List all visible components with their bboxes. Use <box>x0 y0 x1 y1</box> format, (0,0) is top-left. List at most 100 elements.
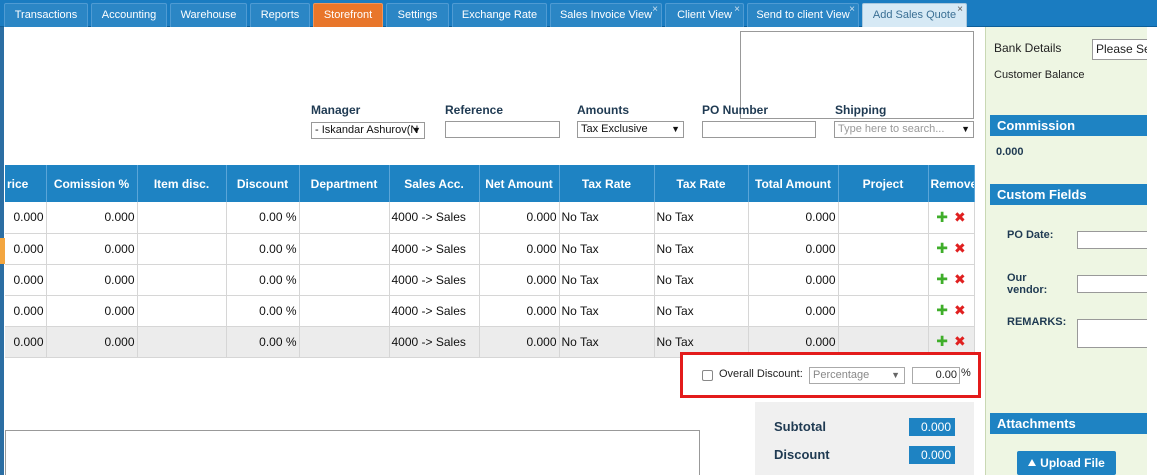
add-row-icon[interactable]: ✚ <box>936 209 948 225</box>
table-row: 0.000 0.000 0.00 % 4000 -> Sales 0.000 No Tax… <box>5 295 975 327</box>
project-cell[interactable] <box>838 264 929 296</box>
tax-rate-2-cell[interactable]: No Tax <box>654 295 749 327</box>
delete-row-icon[interactable]: ✖ <box>954 271 966 287</box>
bank-details-select[interactable]: Please Se <box>1092 39 1152 60</box>
tab-exchange-rate[interactable]: Exchange Rate <box>452 3 547 27</box>
delete-row-icon[interactable]: ✖ <box>954 333 966 349</box>
custom-fields-header: Custom Fields <box>990 184 1148 205</box>
po-date-input[interactable] <box>1077 231 1148 249</box>
tax-rate-cell[interactable]: No Tax <box>559 202 655 234</box>
our-vendor-input[interactable] <box>1077 275 1148 293</box>
net-amount-cell: 0.000 <box>479 326 560 358</box>
discount-total-value: 0.000 <box>909 446 955 464</box>
add-row-icon[interactable]: ✚ <box>936 333 948 349</box>
reference-label: Reference <box>445 103 504 117</box>
col-header-sales-account: Sales Acc. <box>389 165 480 202</box>
tab-sales-invoice-view[interactable]: Sales Invoice View × <box>550 3 662 27</box>
tab-add-sales-quote[interactable]: Add Sales Quote × <box>862 3 967 27</box>
manager-label: Manager <box>311 103 361 117</box>
sales-account-cell[interactable]: 4000 -> Sales <box>389 202 480 234</box>
po-number-input[interactable] <box>702 121 816 138</box>
commission-cell: 0.000 <box>46 326 138 358</box>
chevron-down-icon: ▼ <box>891 370 900 380</box>
item-discount-cell[interactable] <box>137 295 227 327</box>
overall-discount-checkbox[interactable] <box>702 370 713 381</box>
tab-label: Storefront <box>323 9 373 21</box>
tax-rate-cell[interactable]: No Tax <box>559 326 655 358</box>
quote-items-table: rice Comission % Item disc. Discount Dep… <box>5 165 975 358</box>
remarks-input[interactable] <box>1077 319 1148 348</box>
price-cell: 0.000 <box>5 326 47 358</box>
delete-row-icon[interactable]: ✖ <box>954 302 966 318</box>
tab-settings[interactable]: Settings <box>386 3 449 27</box>
discount-type-value: Percentage <box>813 369 870 381</box>
add-row-icon[interactable]: ✚ <box>936 240 948 256</box>
tax-rate-cell[interactable]: No Tax <box>559 233 655 265</box>
tax-rate-2-cell[interactable]: No Tax <box>654 264 749 296</box>
close-icon[interactable]: × <box>652 4 658 21</box>
tab-label: Add Sales Quote <box>872 9 957 21</box>
department-cell[interactable] <box>299 264 390 296</box>
comments-textarea[interactable] <box>5 430 700 475</box>
tab-label: Sales Invoice View <box>559 9 653 21</box>
net-amount-cell: 0.000 <box>479 233 560 265</box>
discount-cell: 0.00 % <box>226 326 300 358</box>
col-header-discount: Discount <box>226 165 300 202</box>
amounts-value: Tax Exclusive <box>581 123 648 135</box>
subtotal-label: Subtotal <box>774 419 826 434</box>
close-icon[interactable]: × <box>957 4 963 21</box>
price-cell: 0.000 <box>5 202 47 234</box>
po-number-label: PO Number <box>702 103 769 117</box>
add-row-icon[interactable]: ✚ <box>936 302 948 318</box>
item-discount-cell[interactable] <box>137 264 227 296</box>
department-cell[interactable] <box>299 295 390 327</box>
tax-rate-cell[interactable]: No Tax <box>559 264 655 296</box>
discount-value-input[interactable]: 0.00 <box>912 367 960 384</box>
commission-cell: 0.000 <box>46 264 138 296</box>
discount-type-select[interactable]: Percentage ▼ <box>809 367 905 384</box>
department-cell[interactable] <box>299 233 390 265</box>
sales-account-cell[interactable]: 4000 -> Sales <box>389 264 480 296</box>
add-row-icon[interactable]: ✚ <box>936 271 948 287</box>
close-icon[interactable]: × <box>734 4 740 21</box>
table-header-row: rice Comission % Item disc. Discount Dep… <box>5 165 975 202</box>
item-discount-cell[interactable] <box>137 326 227 358</box>
overall-discount-highlight: Overall Discount: Percentage ▼ 0.00 % <box>680 352 981 398</box>
delete-row-icon[interactable]: ✖ <box>954 209 966 225</box>
total-amount-cell: 0.000 <box>748 202 839 234</box>
reference-input[interactable] <box>445 121 560 138</box>
shipping-search[interactable]: Type here to search... ▼ <box>834 121 974 138</box>
amounts-select[interactable]: Tax Exclusive ▼ <box>577 121 684 138</box>
tax-rate-2-cell[interactable]: No Tax <box>654 233 749 265</box>
sales-account-cell[interactable]: 4000 -> Sales <box>389 295 480 327</box>
chevron-down-icon: ▼ <box>671 124 680 134</box>
project-cell[interactable] <box>838 295 929 327</box>
sales-account-cell[interactable]: 4000 -> Sales <box>389 326 480 358</box>
project-cell[interactable] <box>838 233 929 265</box>
tax-rate-2-cell[interactable]: No Tax <box>654 202 749 234</box>
department-cell[interactable] <box>299 326 390 358</box>
discount-cell: 0.00 % <box>226 233 300 265</box>
tab-client-view[interactable]: Client View × <box>665 3 744 27</box>
upload-file-button[interactable]: Upload File <box>1017 451 1116 475</box>
price-cell: 0.000 <box>5 264 47 296</box>
tab-storefront[interactable]: Storefront <box>313 3 383 27</box>
net-amount-cell: 0.000 <box>479 264 560 296</box>
tab-accounting[interactable]: Accounting <box>91 3 167 27</box>
close-icon[interactable]: × <box>849 4 855 21</box>
item-discount-cell[interactable] <box>137 233 227 265</box>
col-header-remove: Remove <box>928 165 975 202</box>
tab-warehouse[interactable]: Warehouse <box>170 3 247 27</box>
shipping-placeholder: Type here to search... <box>838 123 945 135</box>
tab-label: Client View <box>677 9 732 21</box>
sales-account-cell[interactable]: 4000 -> Sales <box>389 233 480 265</box>
tab-transactions[interactable]: Transactions <box>4 3 88 27</box>
item-discount-cell[interactable] <box>137 202 227 234</box>
delete-row-icon[interactable]: ✖ <box>954 240 966 256</box>
tax-rate-cell[interactable]: No Tax <box>559 295 655 327</box>
tab-reports[interactable]: Reports <box>250 3 310 27</box>
project-cell[interactable] <box>838 202 929 234</box>
department-cell[interactable] <box>299 202 390 234</box>
manager-select[interactable]: - Iskandar Ashurov(N ▼ <box>311 122 425 139</box>
tab-send-to-client-view[interactable]: Send to client View × <box>747 3 859 27</box>
